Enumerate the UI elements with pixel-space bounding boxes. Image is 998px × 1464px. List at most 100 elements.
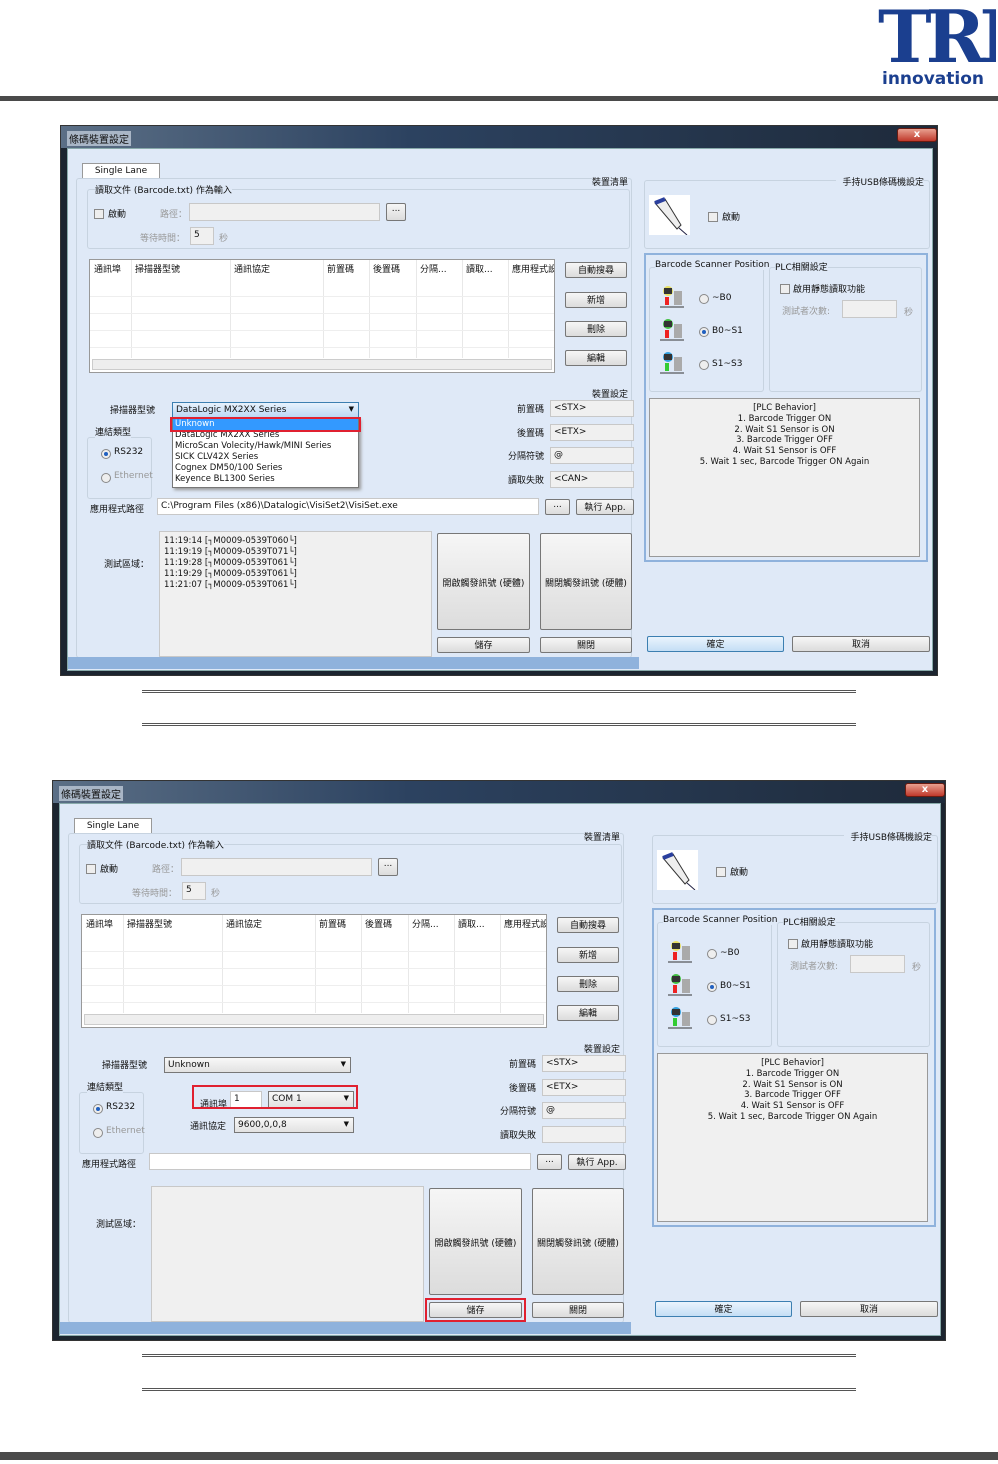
position-radio-0[interactable]: [707, 949, 717, 959]
table-header-cell[interactable]: 應用程式設: [504, 917, 546, 930]
table-header-cell[interactable]: 讀取...: [458, 917, 498, 930]
right-field-value[interactable]: @: [542, 1102, 626, 1119]
table-header-cell[interactable]: 通訊埠: [94, 262, 129, 275]
horizontal-scrollbar[interactable]: [92, 359, 552, 370]
close-button[interactable]: x: [897, 128, 937, 142]
usb-group-label: 手持USB條碼機設定: [836, 175, 924, 188]
table-header-cell[interactable]: 應用程式設: [512, 262, 554, 275]
title-bar[interactable]: 條碼裝置設定: [61, 126, 937, 148]
path-browse-button[interactable]: ...: [386, 203, 406, 221]
static-read-checkbox[interactable]: [788, 939, 798, 949]
wait-time-input[interactable]: 5: [182, 882, 206, 900]
scanner-model-select[interactable]: DataLogic MX2XX Series ▼: [172, 402, 359, 418]
static-read-checkbox[interactable]: [780, 284, 790, 294]
table-header-cell[interactable]: 掃描器型號: [127, 917, 220, 930]
app-path-input[interactable]: [149, 1153, 531, 1170]
usb-enable-checkbox[interactable]: [708, 212, 718, 222]
wait-time-unit: 秒: [219, 234, 229, 244]
rs232-radio[interactable]: [101, 449, 111, 459]
table-header-cell[interactable]: 前置碼: [327, 262, 367, 275]
run-app-button[interactable]: 執行 App.: [576, 499, 634, 515]
close-trigger-button[interactable]: 關閉觸發訊號 (硬體): [532, 1188, 624, 1295]
title-bar[interactable]: 條碼裝置設定: [53, 781, 945, 803]
usb-enable-checkbox[interactable]: [716, 867, 726, 877]
table-header-cell[interactable]: 前置碼: [319, 917, 359, 930]
close-dialog-button[interactable]: 關閉: [532, 1302, 624, 1318]
table-header-cell[interactable]: 通訊埠: [86, 917, 121, 930]
close-button[interactable]: x: [905, 783, 945, 797]
table-header-cell[interactable]: 後置碼: [365, 917, 406, 930]
wait-time-input[interactable]: 5: [190, 227, 214, 245]
rs232-radio[interactable]: [93, 1104, 103, 1114]
test-count-input[interactable]: [850, 955, 905, 973]
position-radio-2[interactable]: [707, 1015, 717, 1025]
table-header-cell[interactable]: 分隔...: [420, 262, 460, 275]
list-button-1[interactable]: 新增: [557, 947, 619, 963]
path-browse-button[interactable]: ...: [378, 858, 398, 876]
scanner-model-select[interactable]: Unknown ▼: [164, 1057, 351, 1073]
app-path-input[interactable]: C:\Program Files (x86)\Datalogic\VisiSet…: [157, 498, 539, 515]
column-divider: [462, 260, 463, 358]
close-dialog-button[interactable]: 關閉: [540, 637, 632, 653]
test-count-input[interactable]: [842, 300, 897, 318]
tab-single-lane[interactable]: Single Lane: [82, 163, 160, 178]
open-trigger-button[interactable]: 開啟觸發訊號 (硬體): [429, 1188, 522, 1295]
table-header-cell[interactable]: 讀取...: [466, 262, 506, 275]
file-enable-checkbox[interactable]: [94, 209, 104, 219]
list-button-2[interactable]: 刪除: [557, 976, 619, 992]
device-table[interactable]: 通訊埠 掃描器型號 通訊協定 前置碼 後置碼 分隔... 讀取... 應用程式設: [89, 259, 555, 373]
table-header-cell[interactable]: 通訊協定: [226, 917, 313, 930]
list-button-2[interactable]: 刪除: [565, 321, 627, 337]
device-table[interactable]: 通訊埠 掃描器型號 通訊協定 前置碼 後置碼 分隔... 讀取... 應用程式設: [81, 914, 547, 1028]
list-button-1[interactable]: 新增: [565, 292, 627, 308]
ok-button[interactable]: 確定: [655, 1301, 792, 1317]
dropdown-option[interactable]: SICK CLV42X Series: [173, 452, 358, 463]
list-button-0[interactable]: 自動搜尋: [565, 262, 627, 278]
right-field-value[interactable]: @: [550, 447, 634, 464]
table-header-cell[interactable]: 通訊協定: [234, 262, 321, 275]
cancel-button[interactable]: 取消: [792, 636, 930, 652]
position-radio-1[interactable]: [699, 327, 709, 337]
right-field-value[interactable]: <STX>: [542, 1055, 626, 1072]
right-field-value[interactable]: [542, 1126, 626, 1143]
list-button-3[interactable]: 編輯: [557, 1005, 619, 1021]
column-divider: [361, 915, 362, 1013]
right-field-value[interactable]: <ETX>: [542, 1079, 626, 1096]
ethernet-radio[interactable]: [101, 473, 111, 483]
app-path-label: 應用程式路徑: [90, 505, 145, 515]
position-radio-2[interactable]: [699, 360, 709, 370]
path-input[interactable]: [189, 203, 380, 221]
dropdown-option[interactable]: Keyence BL1300 Series: [173, 474, 358, 485]
protocol-select[interactable]: 9600,0,0,8 ▼: [234, 1117, 354, 1133]
dropdown-option[interactable]: Cognex DM50/100 Series: [173, 463, 358, 474]
right-field-value[interactable]: <CAN>: [550, 471, 634, 488]
dropdown-option[interactable]: MicroScan Volecity/Hawk/MINI Series: [173, 441, 358, 452]
ok-button[interactable]: 確定: [647, 636, 784, 652]
save-button[interactable]: 儲存: [437, 637, 530, 653]
run-app-button[interactable]: 執行 App.: [568, 1154, 626, 1170]
table-header-cell[interactable]: 分隔...: [412, 917, 452, 930]
file-enable-checkbox[interactable]: [86, 864, 96, 874]
app-browse-button[interactable]: ...: [537, 1154, 562, 1170]
open-trigger-button[interactable]: 開啟觸發訊號 (硬體): [437, 533, 530, 630]
ethernet-radio[interactable]: [93, 1128, 103, 1138]
position-radio-0[interactable]: [699, 294, 709, 304]
tab-single-lane[interactable]: Single Lane: [74, 818, 152, 833]
close-trigger-button[interactable]: 關閉觸發訊號 (硬體): [540, 533, 632, 630]
test-area-label: 測試區域：: [104, 560, 150, 570]
path-input[interactable]: [181, 858, 372, 876]
rs232-label: RS232: [114, 447, 144, 457]
list-button-3[interactable]: 編輯: [565, 350, 627, 366]
row-divider: [82, 985, 546, 986]
right-field-value[interactable]: <STX>: [550, 400, 634, 417]
list-button-0[interactable]: 自動搜尋: [557, 917, 619, 933]
table-header-cell[interactable]: 後置碼: [373, 262, 414, 275]
right-field-value[interactable]: <ETX>: [550, 424, 634, 441]
test-area-log[interactable]: 11:19:14 [┐M0009-0539T060└] 11:19:19 [┐M0…: [159, 531, 432, 657]
position-radio-1[interactable]: [707, 982, 717, 992]
cancel-button[interactable]: 取消: [800, 1301, 938, 1317]
horizontal-scrollbar[interactable]: [84, 1014, 544, 1025]
test-area-log[interactable]: [151, 1186, 424, 1322]
app-browse-button[interactable]: ...: [545, 499, 570, 515]
table-header-cell[interactable]: 掃描器型號: [135, 262, 228, 275]
